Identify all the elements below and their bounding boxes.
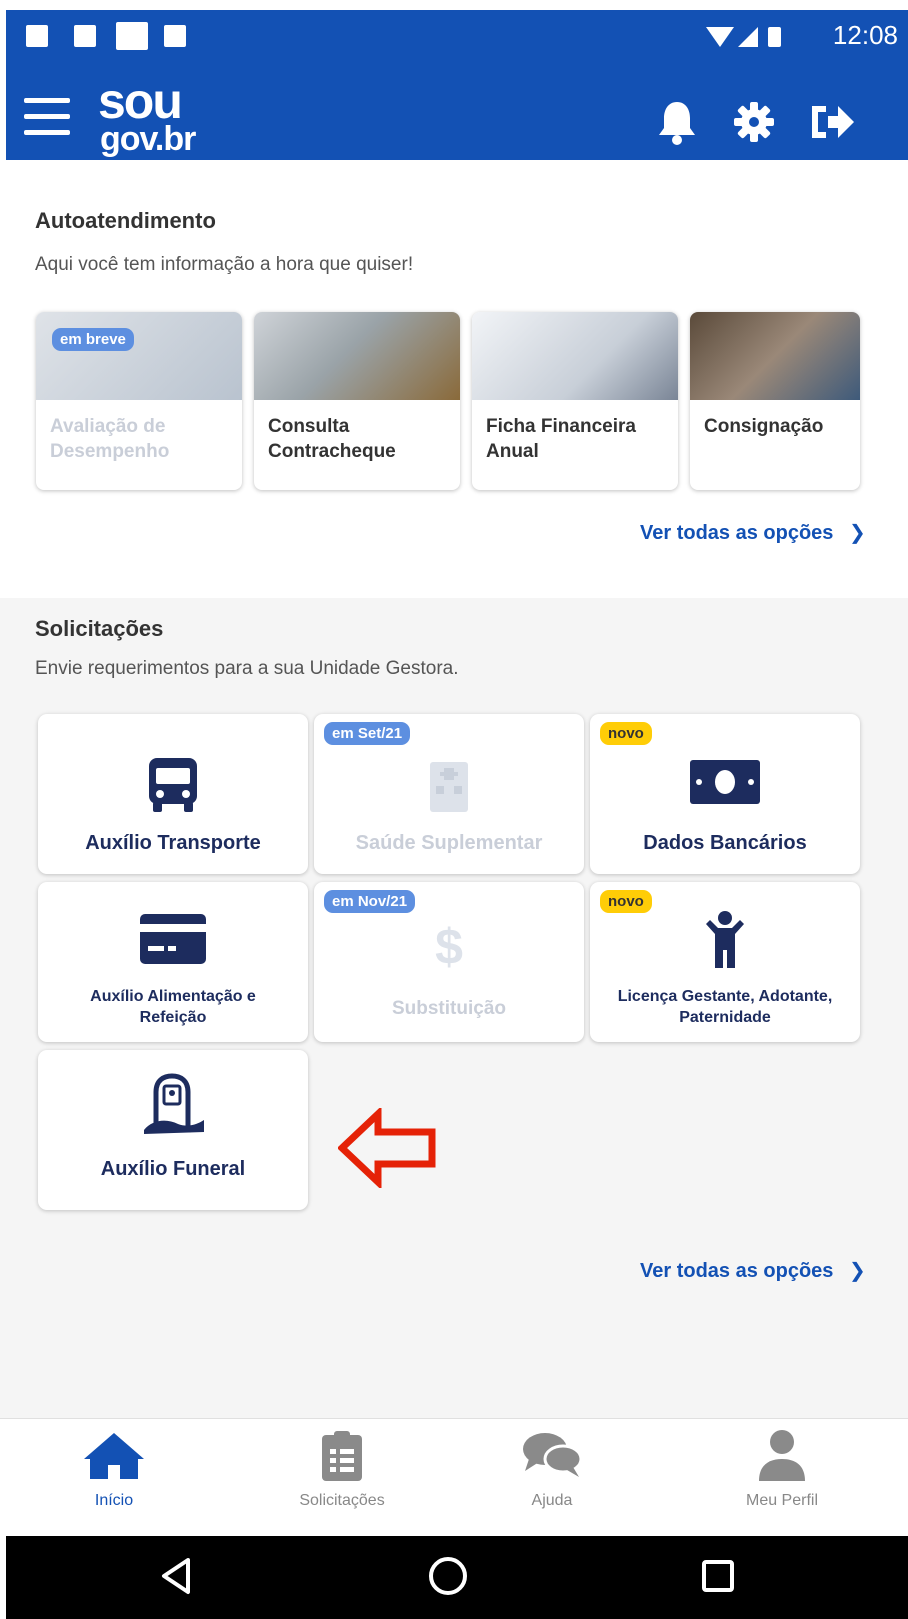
bus-icon [149,758,197,812]
gear-icon[interactable] [734,102,774,142]
card-licenca[interactable]: novo Licença Gestante, Adotante, Paterni… [590,882,860,1042]
section-subtitle: Aqui você tem informação a hora que quis… [35,254,414,275]
app-header: 12:08 sou gov.br [6,10,908,160]
see-all-link[interactable]: Ver todas as opções ❯ [640,1258,866,1283]
card-consulta-contracheque[interactable]: Consulta Contracheque [254,312,460,490]
status-badge: em breve [52,328,134,351]
dollar-icon: $ [435,919,463,975]
nav-item-inicio[interactable]: Início [34,1429,194,1510]
card-auxilio-alimentacao[interactable]: Auxílio Alimentação e Refeição [38,882,308,1042]
menu-icon[interactable] [24,98,70,138]
home-button-icon[interactable] [426,1554,470,1598]
card-label: Consignação [704,416,824,437]
chat-icon [523,1433,583,1477]
card-label: Saúde Suplementar [355,832,543,854]
status-badge: em Set/21 [324,722,411,745]
status-badge: novo [600,722,652,745]
card-consignacao[interactable]: Consignação [690,312,860,490]
see-all-label: Ver todas as opções [640,1260,834,1282]
card-label: Ficha Financeira Anual [486,416,636,462]
card-label: Substituição [391,998,506,1019]
status-clock: 12:08 [832,20,898,50]
nav-label: Solicitações [299,1492,385,1509]
status-badge: em Nov/21 [324,890,416,913]
signal-icon [706,27,781,47]
home-icon [84,1433,144,1479]
bottom-navigation: Início Solicitações Ajuda Meu Perfil [0,1418,908,1537]
hospital-icon [430,762,468,812]
user-icon [759,1430,805,1481]
card-substituicao[interactable]: em Nov/21 $ Substituição [314,882,584,1042]
arrow-left-icon [338,1108,436,1188]
card-auxilio-transporte[interactable]: Auxílio Transporte [38,714,308,874]
card-image [472,312,678,400]
card-label: Auxílio Funeral [100,1158,246,1180]
recents-icon[interactable] [700,1558,736,1594]
nav-label: Ajuda [531,1492,573,1509]
system-navigation-bar [6,1536,908,1619]
card-label: Licença Gestante, Adotante, Paternidade [617,988,833,1026]
nav-item-solicitacoes[interactable]: Solicitações [262,1429,422,1510]
notification-icon [164,25,186,47]
logo-govbr: gov.br [100,120,196,158]
chevron-right-icon: ❯ [848,1260,866,1282]
credit-card-icon [140,914,206,964]
bell-icon[interactable] [656,100,698,146]
nav-label: Meu Perfil [745,1492,819,1509]
logo-sou: sou [98,73,183,129]
card-ficha-financeira[interactable]: Ficha Financeira Anual [472,312,678,490]
status-badge: novo [600,890,652,913]
image-notification-icon [74,25,96,47]
chevron-right-icon: ❯ [848,522,866,544]
notification-icon [26,25,48,47]
back-icon[interactable] [158,1556,198,1596]
section-subtitle: Envie requerimentos para a sua Unidade G… [35,658,459,679]
card-auxilio-funeral[interactable]: Auxílio Funeral [38,1050,308,1210]
card-label: Auxílio Alimentação e Refeição [90,988,256,1026]
card-image [254,312,460,400]
card-avaliacao-desempenho[interactable]: Avaliação de Desempenho em breve [36,312,242,490]
card-image [690,312,860,400]
money-icon [690,760,760,804]
funeral-icon [144,1073,204,1134]
child-icon [706,911,744,968]
nav-item-ajuda[interactable]: Ajuda [472,1429,632,1510]
clipboard-icon [322,1431,362,1481]
notification-icon [116,22,148,50]
logout-icon[interactable] [808,102,856,142]
see-all-link[interactable]: Ver todas as opções ❯ [640,520,866,545]
nav-label: Início [94,1492,134,1509]
card-label: Consulta Contracheque [268,416,396,462]
card-dados-bancarios[interactable]: novo Dados Bancários [590,714,860,874]
status-bar: 12:08 [6,10,908,60]
card-label: Avaliação de Desempenho [50,416,170,462]
card-saude-suplementar[interactable]: em Set/21 Saúde Suplementar [314,714,584,874]
see-all-label: Ver todas as opções [640,522,834,544]
card-label: Auxílio Transporte [85,832,261,854]
card-label: Dados Bancários [643,832,807,854]
nav-item-meu-perfil[interactable]: Meu Perfil [702,1429,862,1510]
section-title: Solicitações [35,616,164,641]
section-title: Autoatendimento [35,208,216,233]
card-image [36,312,242,400]
